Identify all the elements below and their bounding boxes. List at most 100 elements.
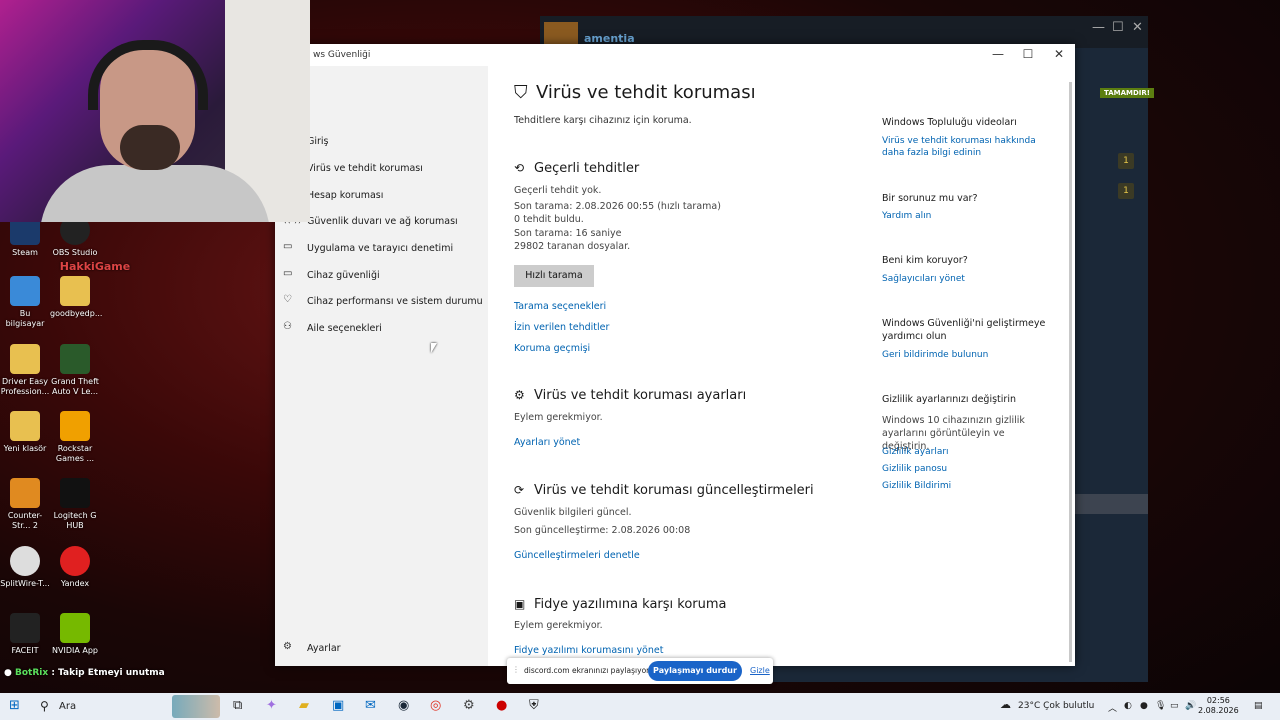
tray-app-icon[interactable]: ◐ — [1124, 701, 1132, 711]
desktop-icon-driver-easy[interactable]: Driver Easy Profession... — [0, 344, 50, 397]
desktop-icon-cs2[interactable]: Counter-Str... 2 — [0, 478, 50, 531]
get-help-link[interactable]: Yardım alın — [882, 210, 1052, 222]
obs-taskbar-icon[interactable]: ● — [496, 698, 507, 713]
sidebar-item-device-security[interactable]: ▭ Cihaz güvenliği — [275, 266, 488, 286]
privacy-dashboard-link[interactable]: Gizlilik panosu — [882, 463, 1052, 475]
desktop-icon-new-folder[interactable]: Yeni klasör — [0, 411, 50, 454]
desktop-icon-splitwire[interactable]: SplitWire-T... — [0, 546, 50, 589]
steam-maximize-icon[interactable]: ☐ — [1112, 20, 1124, 35]
improve-heading: Windows Güvenliği'ni geliştirmeye yardım… — [882, 318, 1046, 342]
protection-updates-heading: ⟳ Virüs ve tehdit koruması güncelleştirme… — [514, 483, 814, 498]
taskbar-clock[interactable]: 02:56 2.08.2026 — [1198, 696, 1239, 716]
desktop-icon-this-pc[interactable]: Bu bilgisayar — [0, 276, 50, 329]
window-titlebar: ws Güvenliği — ☐ ✕ — [275, 44, 1075, 68]
sidebar-item-settings[interactable]: ⚙ Ayarlar — [275, 639, 488, 659]
steam-taskbar-icon[interactable]: ◉ — [398, 698, 409, 713]
last-update-text: Son güncelleştirme: 2.08.2026 00:08 — [514, 525, 691, 536]
current-threats-heading: ⟲ Geçerli tehditler — [514, 161, 640, 176]
privacy-statement-link[interactable]: Gizlilik Bildirimi — [882, 480, 1052, 492]
learn-more-link[interactable]: Virüs ve tehdit koruması hakkında daha f… — [882, 135, 1052, 159]
ransomware-heading: ▣ Fidye yazılımına karşı koruma — [514, 597, 727, 612]
check-updates-link[interactable]: Güncelleştirmeleri denetle — [514, 550, 640, 561]
taskbar: ⊞ ⚲ Ara ⧉ ✦ ▰ ▣ ✉ ◉ ◎ ⚙ ● ⛨ ☁ 23°C Çok b… — [0, 693, 1280, 720]
notification-icon[interactable]: ▤ — [1254, 701, 1263, 711]
settings-icon[interactable]: ⚙ — [463, 698, 475, 713]
search-icon: ⚲ — [40, 699, 49, 713]
windows-security-window: ws Güvenliği — ☐ ✕ ⌂Giriş ⛨Virüs ve tehd… — [275, 44, 1075, 666]
steam-close-icon[interactable]: ✕ — [1132, 20, 1143, 35]
splitwire-icon — [10, 546, 40, 576]
ransomware-status: Eylem gerekmiyor. — [514, 620, 603, 631]
sidebar-item-family-options[interactable]: ⚇ Aile seçenekleri — [275, 319, 488, 339]
manage-providers-link[interactable]: Sağlayıcıları yönet — [882, 273, 1052, 285]
threats-found-text: 0 tehdit buldu. — [514, 214, 584, 225]
hide-link[interactable]: Gizle — [750, 666, 770, 675]
steam-minimize-icon[interactable]: — — [1092, 20, 1105, 35]
manage-ransomware-link[interactable]: Fidye yazılımı korumasını yönet — [514, 645, 663, 656]
clock-date: 2.08.2026 — [1198, 706, 1239, 715]
microphone-icon[interactable]: 🎙 — [1155, 701, 1166, 711]
close-button[interactable]: ✕ — [1044, 47, 1074, 61]
weather-icon: ☁ — [1000, 698, 1011, 711]
steam-friends-bar[interactable] — [1075, 494, 1148, 514]
laptop-icon: ▭ — [283, 268, 293, 279]
webcam-headphones — [88, 40, 208, 110]
sidebar-item-device-performance[interactable]: ♡ Cihaz performansı ve sistem durumu — [275, 292, 488, 312]
share-status-text: discord.com ekranınızı paylaşıyor. — [524, 666, 651, 675]
minimize-button[interactable]: — — [983, 47, 1013, 61]
scrollbar[interactable] — [1069, 82, 1072, 662]
store-icon[interactable]: ▣ — [332, 698, 344, 713]
file-explorer-icon[interactable]: ▰ — [299, 698, 309, 713]
outlook-icon[interactable]: ✉ — [365, 698, 376, 713]
computer-icon — [10, 276, 40, 306]
update-icon: ⟳ — [514, 483, 525, 497]
webcam-person-beard — [120, 125, 180, 170]
page-subtitle: Tehditlere karşı cihazınız için koruma. — [514, 115, 692, 126]
steam-notification-badge[interactable]: 1 — [1118, 183, 1134, 199]
steam-notification-badge[interactable]: 1 — [1118, 153, 1134, 169]
scan-options-link[interactable]: Tarama seçenekleri — [514, 301, 606, 312]
driver-easy-icon — [10, 344, 40, 374]
refresh-clock-icon: ⟲ — [514, 161, 525, 175]
desktop-icon-nvidia[interactable]: NVIDIA App — [50, 613, 100, 656]
question-heading: Bir sorunuz mu var? — [882, 193, 978, 204]
manage-settings-link[interactable]: Ayarları yönet — [514, 437, 580, 448]
desktop-icon-faceit[interactable]: FACEIT — [0, 613, 50, 656]
webcam-overlay — [0, 0, 310, 222]
protection-settings-status: Eylem gerekmiyor. — [514, 412, 603, 423]
maximize-button[interactable]: ☐ — [1013, 47, 1043, 61]
chrome-icon[interactable]: ◎ — [430, 698, 441, 713]
desktop-icon-yandex[interactable]: Yandex — [50, 546, 100, 589]
desktop-icon-goodbyedpi[interactable]: goodbyedp... — [50, 276, 102, 319]
tray-chevron-icon[interactable]: ︿ — [1108, 701, 1117, 714]
sidebar-item-app-browser-control[interactable]: ▭ Uygulama ve tarayıcı denetimi — [275, 239, 488, 259]
desktop-icon-logitech[interactable]: Logitech G HUB — [50, 478, 100, 531]
volume-icon[interactable]: 🔊 — [1185, 701, 1196, 711]
privacy-settings-link[interactable]: Gizlilik ayarları — [882, 446, 1052, 458]
faceit-icon — [10, 613, 40, 643]
updates-status: Güvenlik bilgileri güncel. — [514, 507, 632, 518]
stop-sharing-button[interactable]: Paylaşmayı durdur — [648, 661, 742, 681]
drag-handle-icon[interactable]: ⋮ — [512, 665, 520, 674]
tray-app-icon[interactable]: ● — [1140, 701, 1148, 711]
network-icon[interactable]: ▭ — [1170, 701, 1179, 711]
weather-text[interactable]: 23°C Çok bulutlu — [1018, 701, 1094, 711]
steam-status-badge: TAMAMDIR! — [1100, 88, 1154, 98]
task-view-icon[interactable]: ⧉ — [233, 698, 242, 713]
who-protects-heading: Beni kim koruyor? — [882, 255, 968, 266]
allowed-threats-link[interactable]: İzin verilen tehditler — [514, 322, 609, 333]
rockstar-icon — [60, 411, 90, 441]
desktop-icon-gta5[interactable]: Grand Theft Auto V Le... — [50, 344, 100, 397]
protection-history-link[interactable]: Koruma geçmişi — [514, 343, 590, 354]
copilot-icon[interactable]: ✦ — [266, 698, 277, 713]
taskbar-search[interactable]: ⚲ Ara — [32, 693, 222, 720]
windows-start-icon[interactable]: ⊞ — [9, 698, 20, 713]
quick-scan-button[interactable]: Hızlı tarama — [514, 265, 594, 287]
desktop-icon-rockstar[interactable]: Rockstar Games ... — [50, 411, 100, 464]
windows-security-taskbar-icon[interactable]: ⛨ — [529, 698, 539, 713]
search-highlight-image — [172, 695, 220, 718]
shield-icon: ⛉ — [514, 82, 528, 103]
clock-time: 02:56 — [1206, 696, 1230, 705]
scan-duration-text: Son tarama: 16 saniye — [514, 228, 622, 239]
feedback-link[interactable]: Geri bildirimde bulunun — [882, 349, 1052, 361]
